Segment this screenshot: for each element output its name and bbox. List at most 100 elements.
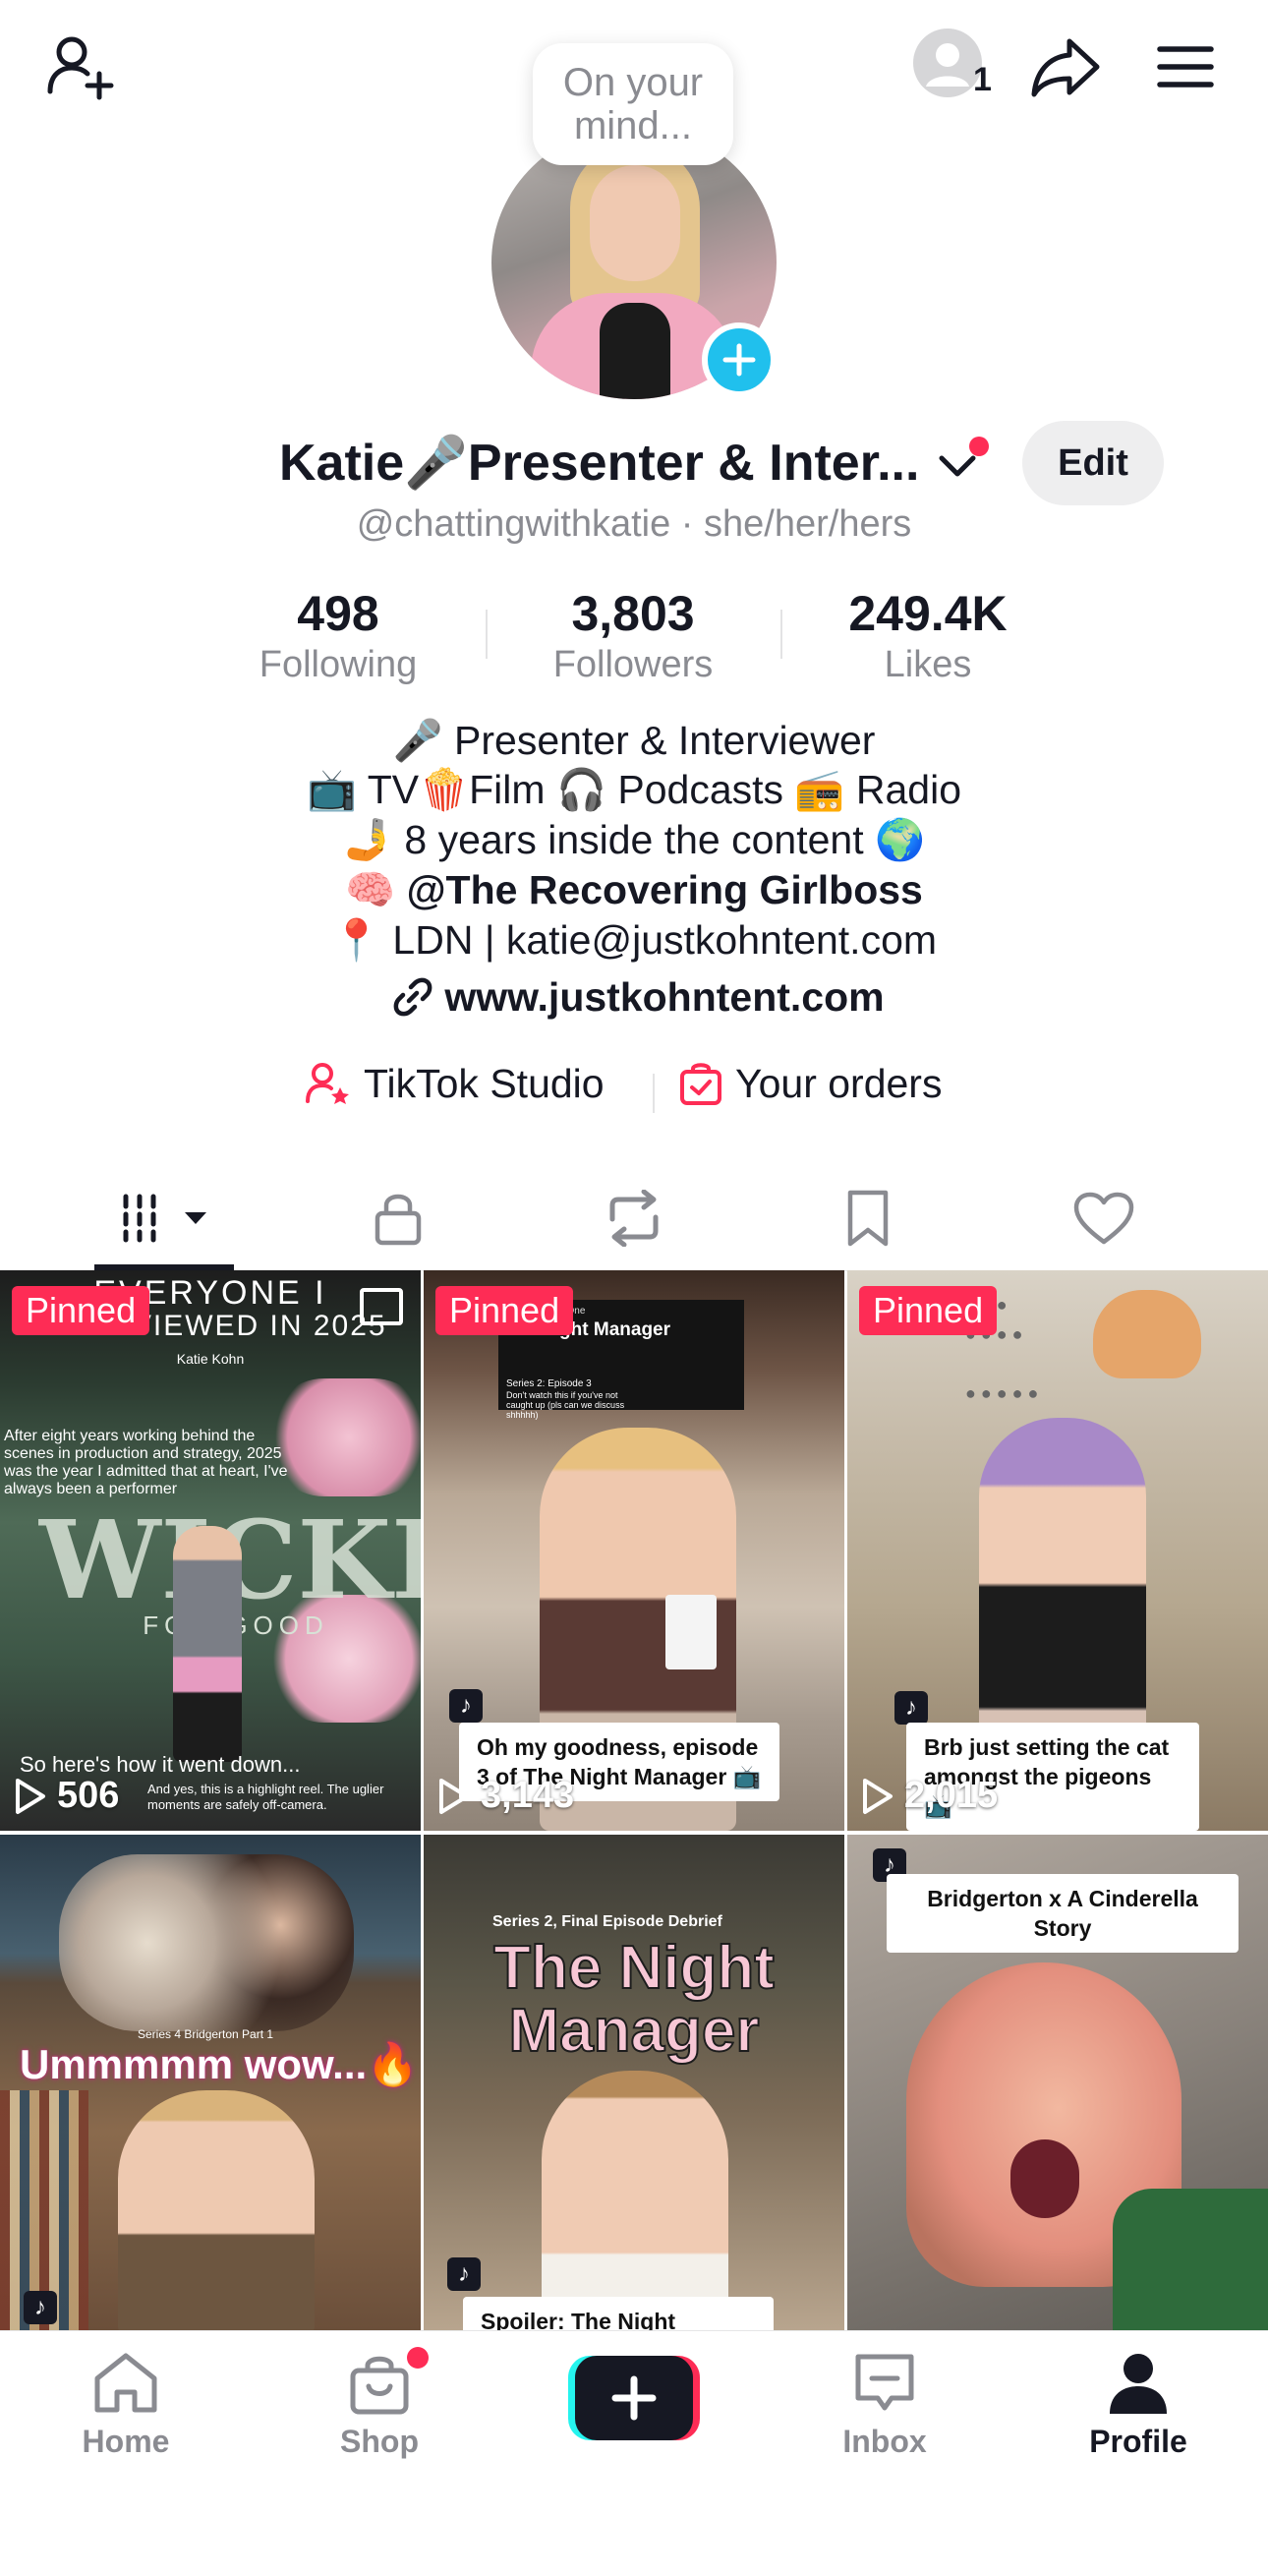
- tab-private[interactable]: [334, 1166, 462, 1270]
- studio-person-star-icon: [306, 1063, 349, 1104]
- tab-saved[interactable]: [804, 1166, 932, 1270]
- nav-profile[interactable]: Profile: [1040, 2351, 1237, 2460]
- bio-line: 📍 LDN | katie@justkohntent.com: [330, 917, 938, 963]
- friends-avatar-button[interactable]: 1: [912, 28, 992, 106]
- video-tile[interactable]: Pinned Drama | BBC One The Night Manager…: [424, 1270, 844, 1831]
- tab-liked[interactable]: [1040, 1166, 1168, 1270]
- following-label: Following: [259, 644, 418, 685]
- bio-link-text: www.justkohntent.com: [444, 973, 885, 1020]
- video-tile[interactable]: Pinned EVERYONE I INTERVIEWED IN 2025 Ka…: [0, 1270, 421, 1831]
- repost-icon: [609, 1190, 659, 1247]
- bookmark-icon: [847, 1190, 889, 1247]
- display-name[interactable]: Katie🎤Presenter & Inter...: [279, 433, 919, 493]
- nav-profile-label: Profile: [1089, 2424, 1187, 2459]
- stat-followers[interactable]: 3,803 Followers: [486, 584, 780, 686]
- view-count: 506: [14, 1775, 119, 1817]
- creator-tools-row: TikTok Studio Your orders: [0, 1060, 1268, 1123]
- tab-reposts[interactable]: [570, 1166, 698, 1270]
- woman-figure: [118, 2090, 315, 2330]
- video-tile[interactable]: Series 2, Final Episode Debrief The Nigh…: [424, 1835, 844, 2330]
- link-icon: [394, 977, 432, 1017]
- bubble-line-2: mind...: [573, 104, 693, 147]
- chevron-down-icon: [939, 455, 976, 477]
- tile-top-text: Series 4 Bridgerton Part 1: [138, 2027, 274, 2041]
- tiktok-logo-icon: ♪: [449, 1689, 483, 1723]
- likes-count: 249.4K: [848, 586, 1008, 641]
- notification-count: 1: [973, 61, 992, 98]
- bio-line: 📺 TV🍿Film 🎧 Podcasts 📻 Radio: [307, 767, 961, 812]
- following-count: 498: [297, 586, 379, 641]
- pinned-badge: Pinned: [859, 1286, 998, 1335]
- menu-button[interactable]: [1146, 28, 1225, 106]
- your-orders-label: Your orders: [735, 1060, 943, 1106]
- play-icon: [863, 1778, 893, 1814]
- tile-caption: Bridgerton x A Cinderella Story: [887, 1874, 1239, 1953]
- notification-dot: [969, 437, 989, 456]
- bubble-line-1: On your: [562, 61, 704, 104]
- bio-mention[interactable]: 🧠 @The Recovering Girlboss: [0, 865, 1268, 914]
- play-icon: [439, 1778, 469, 1814]
- add-friend-button[interactable]: [39, 26, 122, 108]
- create-button[interactable]: [568, 2356, 700, 2440]
- edit-profile-button[interactable]: Edit: [1022, 421, 1164, 505]
- woman-mouth: [1010, 2139, 1079, 2218]
- person-plus-icon: [47, 36, 114, 100]
- woman-figure: [173, 1526, 242, 1762]
- shopping-bag-check-icon: [680, 1063, 721, 1105]
- tiktok-logo-icon: ♪: [24, 2291, 57, 2324]
- tile-subtitle: Katie Kohn: [176, 1351, 245, 1367]
- tile-note: Don't watch this if you've not caught up…: [506, 1390, 625, 1420]
- nav-shop[interactable]: Shop: [281, 2347, 478, 2460]
- inbox-icon: [855, 2354, 914, 2411]
- home-indicator: [432, 2545, 836, 2556]
- hamburger-icon: [1157, 46, 1214, 88]
- lock-icon: [375, 1194, 422, 1246]
- likes-label: Likes: [884, 644, 972, 685]
- heart-icon: [1073, 1192, 1134, 1245]
- tile-subtitle: Series 2: Episode 3: [506, 1378, 592, 1389]
- nav-home[interactable]: Home: [28, 2351, 224, 2460]
- video-tile[interactable]: Series 4 Bridgerton Part 1 Ummmmm wow...…: [0, 1835, 421, 2330]
- notification-dot: [407, 2347, 429, 2369]
- your-orders-button[interactable]: Your orders: [678, 1060, 942, 1107]
- woman-figure: [542, 2071, 728, 2330]
- stat-likes[interactable]: 249.4K Likes: [780, 584, 1075, 686]
- pinned-badge: Pinned: [435, 1286, 574, 1335]
- username-pronouns: @chattingwithkatie · she/her/hers: [356, 503, 912, 545]
- share-button[interactable]: [1026, 28, 1105, 106]
- followers-count: 3,803: [571, 586, 695, 641]
- account-switch-button[interactable]: [936, 437, 989, 490]
- bio-line: 🤳 8 years inside the content 🌍: [342, 817, 926, 862]
- tile-headline: The Night Manager: [492, 1934, 776, 2065]
- couple-image: [59, 1854, 354, 2031]
- cat-figure: [1093, 1290, 1201, 1378]
- pinned-badge: Pinned: [12, 1286, 150, 1335]
- coffee-cup: [665, 1595, 717, 1669]
- tiktok-studio-label: TikTok Studio: [364, 1060, 605, 1106]
- on-your-mind-bubble[interactable]: On your mind...: [533, 43, 733, 165]
- stat-following[interactable]: 498 Following: [191, 584, 486, 686]
- divider: [653, 1074, 655, 1113]
- video-tile[interactable]: ♪ Bridgerton x A Cinderella Story: [847, 1835, 1268, 2330]
- tiktok-studio-button[interactable]: TikTok Studio: [305, 1060, 605, 1107]
- tile-body-text: After eight years working behind the sce…: [4, 1428, 288, 1497]
- shopping-bag-icon: [350, 2356, 409, 2415]
- view-count: 2,015: [861, 1775, 998, 1817]
- nav-inbox-label: Inbox: [842, 2424, 927, 2459]
- tab-videos[interactable]: [94, 1166, 234, 1270]
- bio-link[interactable]: www.justkohntent.com: [377, 969, 898, 1025]
- tile-caption: Spoiler: The Night Manager: [463, 2297, 774, 2330]
- home-icon: [94, 2353, 157, 2413]
- add-story-button[interactable]: [702, 322, 777, 397]
- followers-label: Followers: [552, 644, 714, 685]
- green-top: [1113, 2189, 1268, 2330]
- caret-down-icon: [185, 1212, 206, 1224]
- tile-headline: Ummmmm wow...🔥: [20, 2041, 419, 2087]
- profile-tabs: [0, 1166, 1268, 1271]
- nav-inbox[interactable]: Inbox: [786, 2351, 983, 2460]
- view-count: 3,143: [437, 1775, 574, 1817]
- video-tile[interactable]: Pinned ● ● ●● ● ● ●● ● ● ● ● ♪ Brb just …: [847, 1270, 1268, 1831]
- plus-icon: [722, 343, 756, 377]
- tiktok-logo-icon: ♪: [447, 2257, 481, 2291]
- tile-footer-text: And yes, this is a highlight reel. The u…: [147, 1782, 384, 1812]
